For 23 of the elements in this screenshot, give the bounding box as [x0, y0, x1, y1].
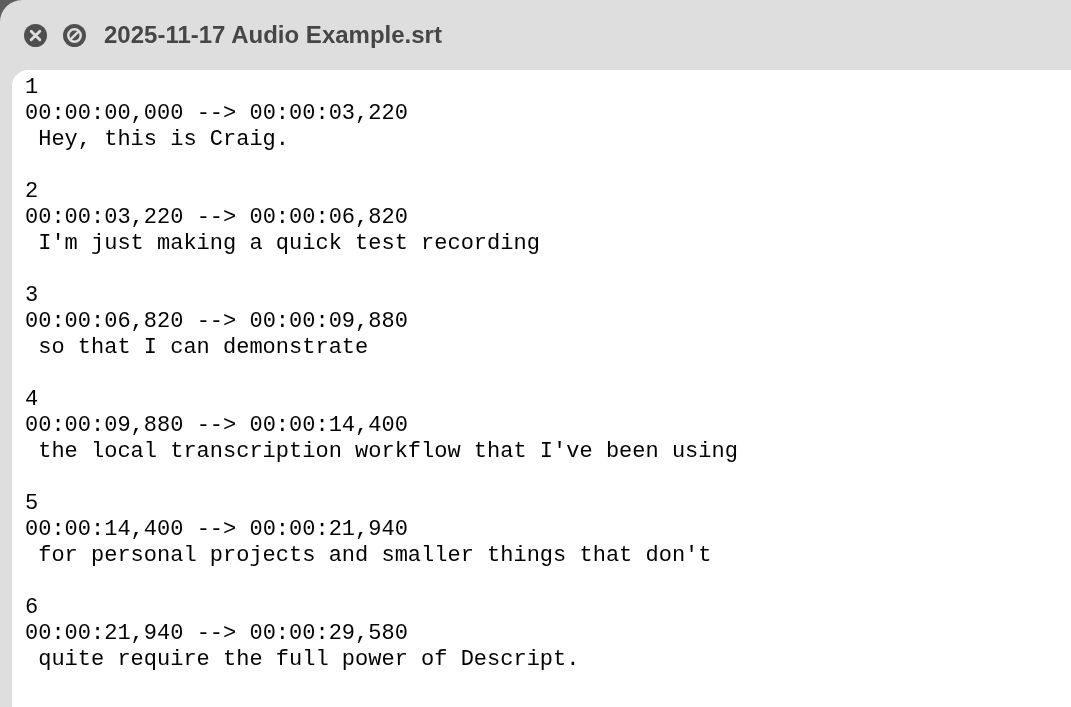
slashed-circle-button[interactable]: [63, 23, 86, 47]
subtitle-text: quite require the full power of Descript.: [37, 647, 580, 673]
subtitle-text: for personal projects and smaller things that don't: [37, 543, 712, 569]
timestamp-line: 00:00:09,880 --> 00:00:14,400: [25, 413, 408, 439]
timestamp-line: 00:00:06,820 --> 00:00:09,880: [25, 309, 408, 335]
slashed-circle-icon: [63, 23, 86, 47]
timestamp-line: 00:00:03,220 --> 00:00:06,820: [25, 205, 408, 231]
subtitle-text: the local transcription workflow that I've been using: [37, 439, 738, 465]
subtitle-text: so that I can demonstrate: [37, 335, 369, 361]
timestamp-line: 00:00:21,940 --> 00:00:29,580: [25, 621, 408, 647]
timestamp-line: 00:00:00,000 --> 00:00:03,220: [25, 101, 408, 127]
subtitle-text: I'm just making a quick test recording: [37, 231, 540, 257]
subtitle-text: Hey, this is Craig.: [37, 127, 290, 153]
close-button[interactable]: [24, 23, 47, 47]
window-title: 2025-11-17 Audio Example.srt: [104, 20, 442, 50]
subtitle-number: 4: [25, 387, 39, 413]
subtitle-number: 5: [25, 491, 39, 517]
subtitle-number: 3: [25, 283, 39, 309]
timestamp-line: 00:00:14,400 --> 00:00:21,940: [25, 517, 408, 543]
close-icon: [24, 23, 47, 47]
subtitle-number: 2: [25, 179, 39, 205]
subtitle-number: 6: [25, 595, 39, 621]
subtitle-number: 1: [25, 75, 39, 101]
